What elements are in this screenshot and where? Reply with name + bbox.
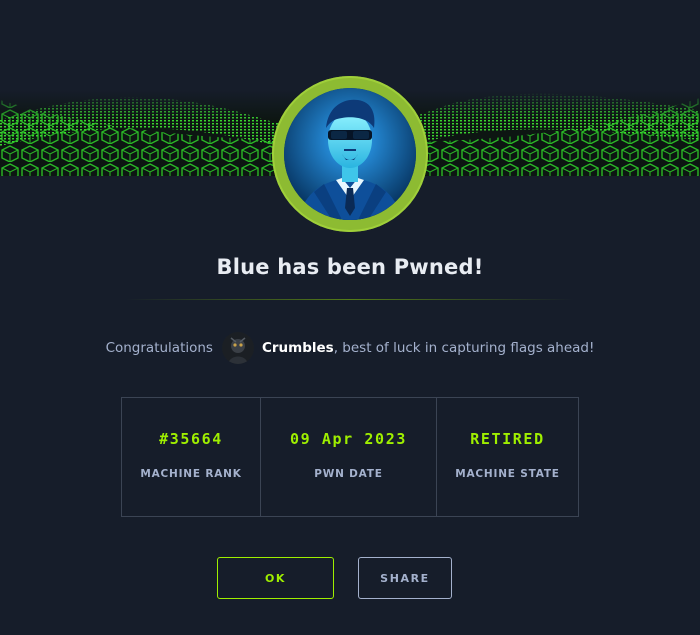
congrats-message: Congratulations Crumbles , best of luck … — [0, 332, 700, 364]
agent-illustration-icon — [284, 88, 416, 220]
stat-pwn-date: 09 Apr 2023 PWN DATE — [260, 398, 436, 516]
username[interactable]: Crumbles — [262, 340, 334, 356]
pwned-dialog: Blue has been Pwned! Congratulations Cru… — [0, 0, 700, 635]
machine-rank-value: #35664 — [159, 430, 223, 448]
pwn-date-value: 09 Apr 2023 — [290, 430, 407, 448]
share-button[interactable]: SHARE — [358, 557, 452, 599]
machine-state-label: MACHINE STATE — [455, 468, 560, 480]
user-avatar — [221, 332, 254, 364]
ok-button[interactable]: OK — [217, 557, 334, 599]
title-divider — [126, 299, 574, 300]
user-avatar-icon — [221, 332, 254, 364]
dialog-title: Blue has been Pwned! — [216, 255, 484, 279]
machine-state-value: RETIRED — [470, 430, 545, 448]
congrats-prefix: Congratulations — [105, 340, 213, 356]
congrats-suffix: , best of luck in capturing flags ahead! — [333, 340, 595, 356]
stats-panel: #35664 MACHINE RANK 09 Apr 2023 PWN DATE… — [121, 397, 579, 517]
machine-avatar — [272, 76, 428, 232]
machine-rank-label: MACHINE RANK — [140, 468, 242, 480]
stat-machine-state: RETIRED MACHINE STATE — [436, 398, 578, 516]
stat-machine-rank: #35664 MACHINE RANK — [122, 398, 260, 516]
pwn-date-label: PWN DATE — [314, 468, 383, 480]
